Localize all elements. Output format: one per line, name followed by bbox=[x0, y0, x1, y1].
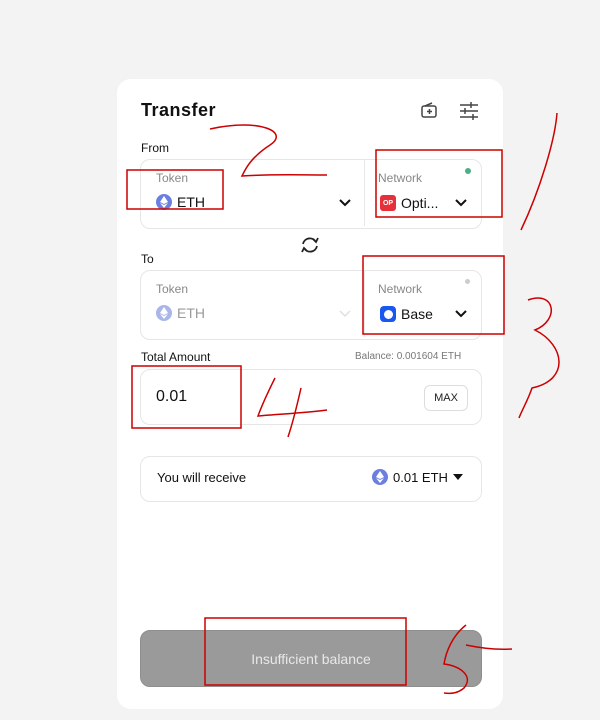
annotation-number-3 bbox=[518, 297, 560, 419]
sliders-icon[interactable] bbox=[458, 100, 480, 122]
from-network-label: Network bbox=[378, 171, 423, 185]
to-network-label: Network bbox=[378, 282, 423, 296]
from-token-select[interactable] bbox=[141, 160, 363, 226]
amount-input[interactable]: 0.01 bbox=[156, 388, 187, 406]
from-network-select[interactable] bbox=[365, 160, 479, 226]
caret-down-icon[interactable] bbox=[452, 474, 463, 480]
optimism-icon: OP bbox=[380, 195, 396, 211]
from-token-value: ETH bbox=[177, 194, 205, 210]
to-network-select[interactable] bbox=[365, 271, 479, 337]
chevron-down-icon[interactable] bbox=[454, 309, 468, 319]
to-label: To bbox=[141, 252, 154, 266]
receive-label: You will receive bbox=[157, 470, 247, 485]
chevron-down-icon bbox=[339, 310, 351, 318]
to-token-value: ETH bbox=[177, 305, 205, 321]
chevron-down-icon[interactable] bbox=[454, 198, 468, 208]
annotation-number-1 bbox=[520, 112, 558, 231]
network-status-dot bbox=[465, 279, 470, 284]
add-wallet-icon[interactable] bbox=[418, 100, 440, 122]
submit-button[interactable]: Insufficient balance bbox=[140, 630, 482, 687]
from-network-value: Opti... bbox=[401, 195, 439, 211]
total-amount-label: Total Amount bbox=[141, 350, 211, 364]
page-title: Transfer bbox=[141, 100, 217, 120]
chevron-down-icon[interactable] bbox=[338, 198, 352, 208]
from-token-label: Token bbox=[156, 171, 189, 185]
eth-icon bbox=[156, 194, 172, 210]
to-token-label: Token bbox=[156, 282, 189, 296]
to-network-value: Base bbox=[401, 306, 433, 322]
from-label: From bbox=[141, 141, 169, 155]
swap-icon[interactable] bbox=[300, 236, 320, 254]
base-icon bbox=[380, 306, 396, 322]
max-button[interactable]: MAX bbox=[424, 385, 468, 411]
receive-value: 0.01 ETH bbox=[393, 469, 448, 485]
network-status-dot bbox=[465, 168, 471, 174]
eth-icon bbox=[156, 305, 172, 321]
eth-icon bbox=[372, 469, 388, 485]
balance-text: Balance: 0.001604 ETH bbox=[355, 351, 462, 362]
